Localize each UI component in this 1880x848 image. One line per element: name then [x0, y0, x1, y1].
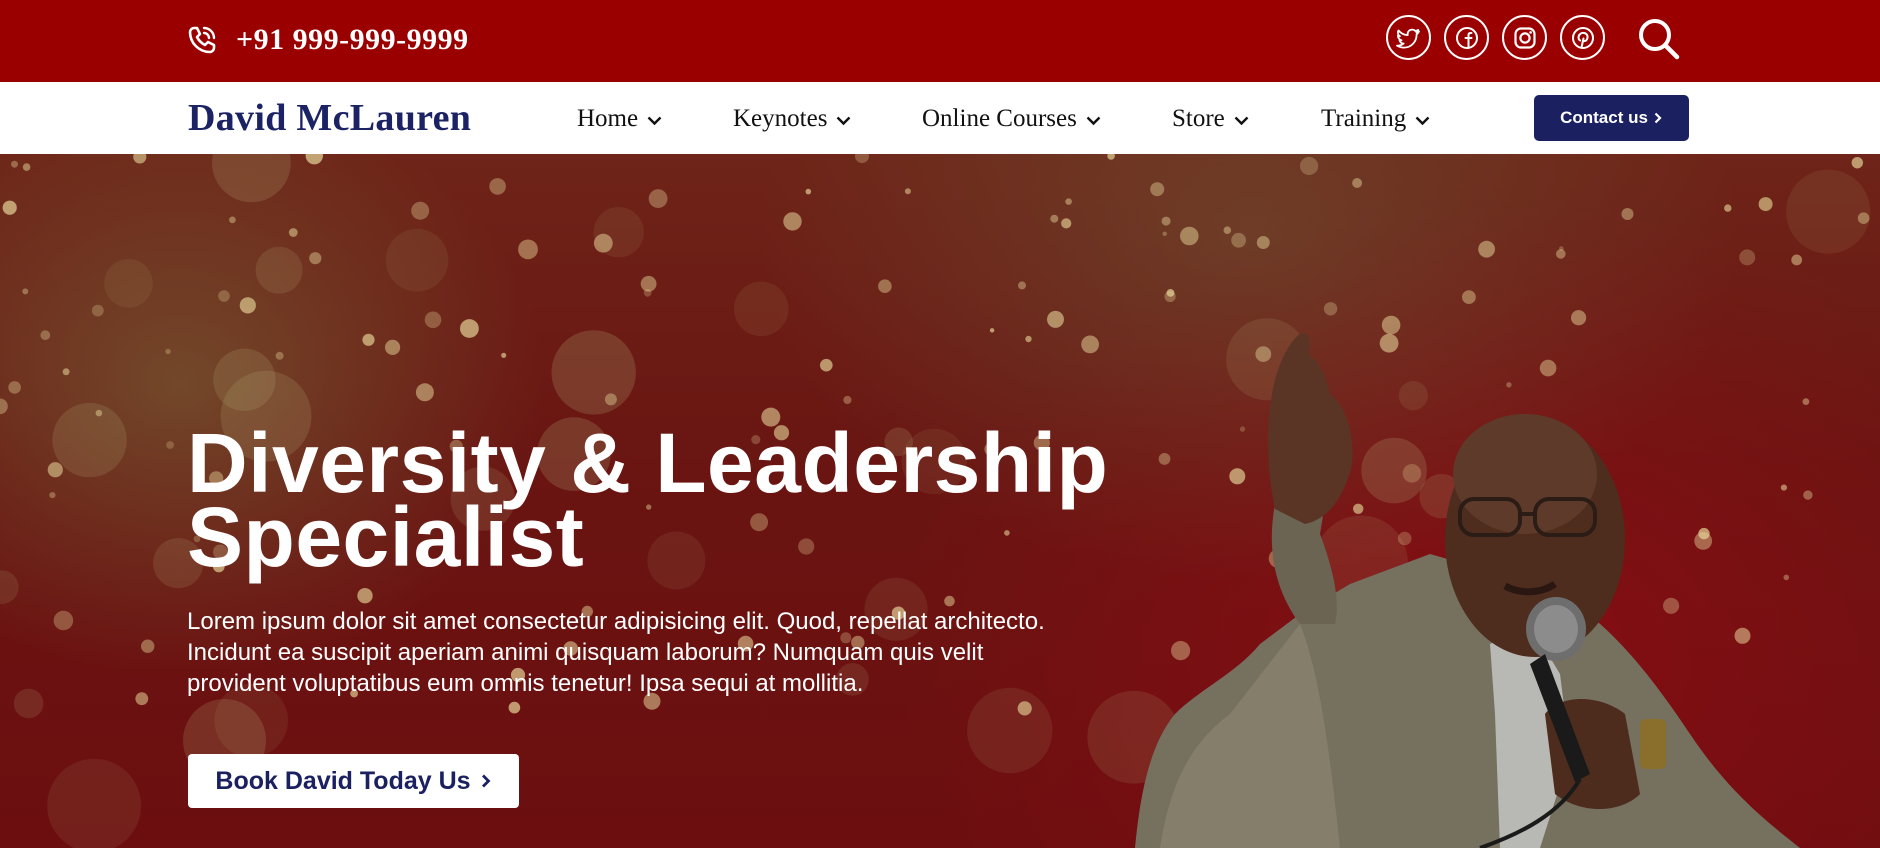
- nav-item-label: Online Courses: [922, 105, 1077, 132]
- hero-title: Diversity & Leadership Specialist: [187, 416, 1187, 584]
- search-button[interactable]: [1636, 16, 1682, 62]
- nav-item-label: Store: [1172, 105, 1225, 132]
- twitter-icon: [1395, 28, 1420, 48]
- instagram-link[interactable]: [1502, 15, 1547, 60]
- facebook-link[interactable]: [1444, 15, 1489, 60]
- hero-title-line-2: Specialist: [187, 490, 585, 584]
- pinterest-link[interactable]: [1560, 15, 1605, 60]
- top-bar: +91 999-999-9999: [0, 0, 1880, 82]
- chevron-right-icon: [1654, 112, 1662, 124]
- book-david-button[interactable]: Book David Today Us: [188, 754, 519, 808]
- phone-contact[interactable]: +91 999-999-9999: [186, 20, 469, 60]
- book-david-label: Book David Today Us: [215, 766, 471, 795]
- chevron-down-icon: [1415, 116, 1430, 126]
- twitter-link[interactable]: [1386, 15, 1431, 60]
- nav-item-label: Training: [1321, 105, 1407, 132]
- facebook-icon: [1455, 26, 1478, 49]
- hero-section: Diversity & Leadership Specialist Lorem …: [0, 154, 1880, 848]
- chevron-right-icon: [481, 774, 491, 788]
- hero-description: Lorem ipsum dolor sit amet consectetur a…: [187, 608, 1045, 697]
- nav-item-keynotes[interactable]: Keynotes: [733, 104, 852, 134]
- nav-item-home[interactable]: Home: [577, 104, 663, 134]
- instagram-icon: [1513, 26, 1536, 49]
- nav-item-online-courses[interactable]: Online Courses: [922, 104, 1102, 134]
- hero-title-line-1: Diversity & Leadership: [187, 416, 1109, 510]
- chevron-down-icon: [1086, 116, 1101, 126]
- chevron-down-icon: [1234, 116, 1249, 126]
- social-links: [1386, 15, 1605, 60]
- nav-item-label: Keynotes: [733, 105, 828, 132]
- nav-item-label: Home: [577, 105, 639, 132]
- contact-us-label: Contact us: [1560, 108, 1648, 127]
- phone-number: +91 999-999-9999: [236, 23, 469, 56]
- chevron-down-icon: [647, 116, 662, 126]
- nav-item-store[interactable]: Store: [1172, 104, 1250, 134]
- search-icon: [1639, 19, 1680, 60]
- contact-us-button[interactable]: Contact us: [1534, 95, 1689, 141]
- brand-logo[interactable]: David McLauren: [188, 96, 471, 140]
- main-nav: David McLauren Home Keynotes Online Cour…: [0, 82, 1880, 154]
- chevron-down-icon: [837, 116, 851, 126]
- pinterest-icon: [1571, 26, 1594, 49]
- phone-ringing-icon: [188, 26, 216, 54]
- nav-item-training[interactable]: Training: [1321, 104, 1431, 134]
